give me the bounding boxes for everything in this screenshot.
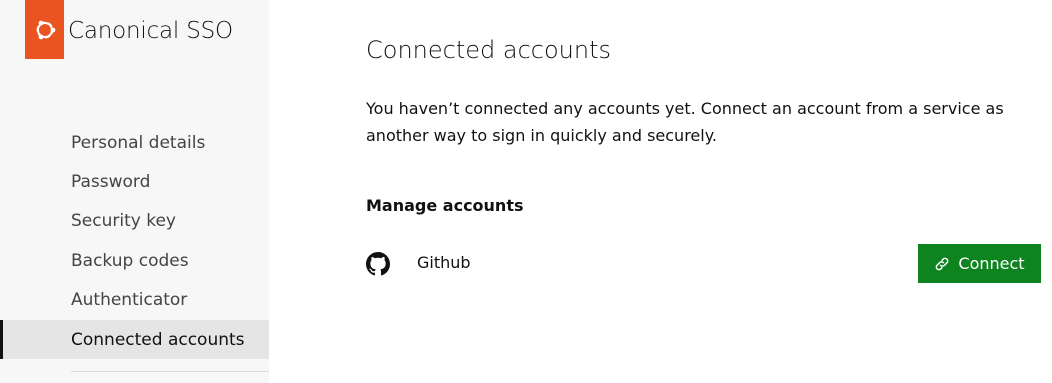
sidebar-item-connected-accounts[interactable]: Connected accounts (0, 319, 269, 360)
link-icon (934, 256, 950, 272)
section-title-manage-accounts: Manage accounts (366, 196, 524, 215)
sidebar-item-authenticator[interactable]: Authenticator (0, 281, 269, 320)
sidebar-divider (71, 371, 269, 372)
page-description: You haven’t connected any accounts yet. … (366, 99, 1004, 145)
brand-name: Canonical SSO (68, 17, 233, 44)
page-title: Connected accounts (366, 36, 611, 64)
account-name: Github (417, 253, 471, 272)
page: Canonical SSO Personal details Password … (0, 0, 1052, 383)
sidebar-nav: Personal details Password Security key B… (0, 123, 269, 360)
sidebar-item-backup-codes[interactable]: Backup codes (0, 241, 269, 280)
sidebar-item-personal-details[interactable]: Personal details (0, 123, 269, 162)
connect-github-button[interactable]: Connect (918, 244, 1041, 283)
github-icon (366, 252, 390, 276)
sidebar-item-password[interactable]: Password (0, 162, 269, 201)
sidebar-item-security-key[interactable]: Security key (0, 202, 269, 241)
account-row-github: Github Connect (366, 244, 1042, 284)
brand[interactable]: Canonical SSO (25, 0, 233, 59)
connect-button-label: Connect (958, 254, 1025, 273)
sidebar: Canonical SSO Personal details Password … (0, 0, 269, 383)
ubuntu-logo-icon (25, 0, 64, 59)
